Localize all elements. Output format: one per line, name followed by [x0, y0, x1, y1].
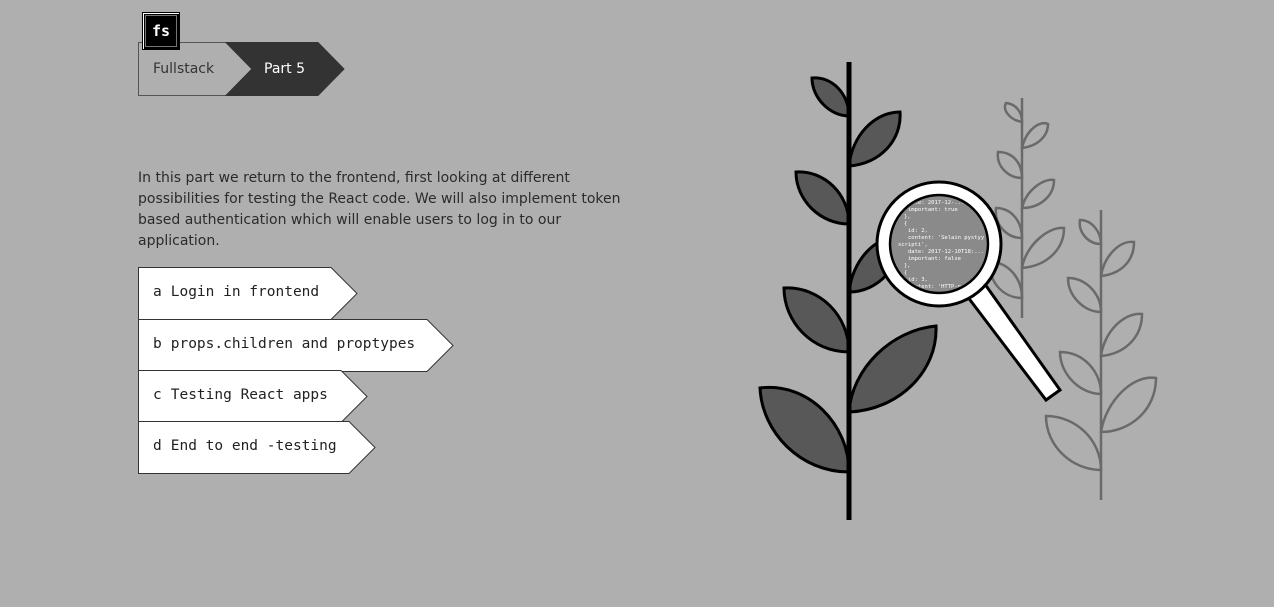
- svg-text:{: {: [904, 270, 907, 276]
- svg-text:important: false: important: false: [908, 256, 961, 262]
- menu-item-label: Login in frontend: [170, 284, 320, 300]
- menu-item-letter: d: [153, 438, 162, 454]
- svg-text:},: },: [904, 263, 911, 269]
- menu-item-label: props.children and proptypes: [170, 336, 416, 352]
- breadcrumb: Fullstack Part 5: [138, 42, 358, 96]
- part-intro: In this part we return to the frontend, …: [138, 170, 621, 249]
- svg-text:{: {: [904, 221, 907, 227]
- svg-text:important: true: important: true: [908, 207, 958, 213]
- background-plant-icon: [988, 98, 1158, 500]
- menu-item-label: End to end -testing: [170, 438, 337, 454]
- menu-item-letter: a: [153, 284, 162, 300]
- svg-text:date: 2017-12-10T18:...: date: 2017-12-10T18:...: [908, 249, 984, 255]
- breadcrumb-part5-label: Part 5: [264, 61, 305, 77]
- menu-item-letter: b: [153, 336, 162, 352]
- svg-text:content: 'Selain pystyy: content: 'Selain pystyy: [908, 235, 985, 241]
- menu-item-label: Testing React apps: [170, 387, 328, 403]
- svg-text:scripti',: scripti',: [898, 242, 928, 248]
- fullstack-logo[interactable]: fs: [142, 12, 180, 50]
- plant-magnifier-illustration: date: 2017-12-... important: true }, { i…: [758, 62, 1158, 520]
- breadcrumb-fullstack-label: Fullstack: [153, 61, 215, 77]
- breadcrumb-part5[interactable]: Part 5: [226, 42, 344, 96]
- logo-text: fs: [151, 22, 171, 40]
- menu-item-letter: c: [153, 387, 162, 403]
- svg-text:},: },: [904, 214, 911, 220]
- svg-text:id: 2,: id: 2,: [908, 228, 928, 234]
